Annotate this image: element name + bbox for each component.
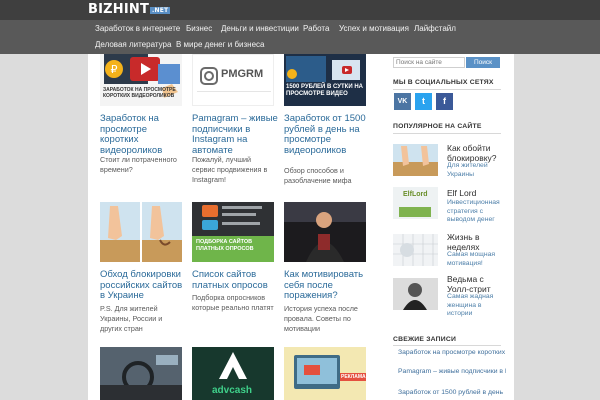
article-thumbnail[interactable]: РЕКЛАМА bbox=[284, 347, 366, 400]
article-description: История успеха после провала. Советы по … bbox=[284, 304, 358, 333]
motivation-illustration bbox=[284, 202, 366, 262]
popular-item-title[interactable]: Жизнь в неделях bbox=[447, 232, 507, 252]
article-description: Подборка опросников которые реально плат… bbox=[192, 293, 274, 312]
popular-thumbnail[interactable] bbox=[393, 144, 438, 176]
nav-item-money-investments[interactable]: Деньги и инвестиции bbox=[221, 24, 299, 33]
car-interior-illustration bbox=[100, 347, 182, 400]
recent-post-link[interactable]: Pamagram – живые подписчики в Instagram … bbox=[398, 368, 506, 377]
svg-text:₽: ₽ bbox=[111, 63, 118, 76]
recent-post-link[interactable]: Заработок от 1500 рублей в день bbox=[398, 389, 506, 398]
facebook-icon[interactable]: f bbox=[436, 93, 453, 110]
popular-item-title[interactable]: Ведьма с Уолл-стрит bbox=[447, 274, 507, 294]
nav-item-business-literature[interactable]: Деловая литература bbox=[95, 40, 171, 49]
popular-thumbnail[interactable] bbox=[393, 234, 438, 266]
sidebar: Поиск на сайте Поиск МЫ В СОЦИАЛЬНЫХ СЕТ… bbox=[390, 54, 514, 400]
pamagram-illustration bbox=[193, 55, 273, 105]
nav-item-world-money-business[interactable]: В мире денег и бизнеса bbox=[176, 40, 265, 49]
article-title[interactable]: Pamagram – живые подписчики в Instagram … bbox=[192, 113, 278, 156]
recent-heading: СВЕЖИЕ ЗАПИСИ bbox=[393, 336, 457, 343]
popular-item-description: Инвестиционная стратегия с выводом денег bbox=[447, 199, 500, 223]
top-bar: BIZHINT .NET bbox=[0, 0, 600, 20]
thumbnail-caption: PMGRM bbox=[221, 68, 264, 80]
twitter-icon[interactable]: t bbox=[415, 93, 432, 110]
recent-post-link[interactable]: Заработок на просмотре коротких видеорол… bbox=[398, 349, 506, 358]
nav-item-success-motivation[interactable]: Успех и мотивация bbox=[339, 24, 409, 33]
vk-icon[interactable]: VK bbox=[394, 93, 411, 110]
nav-item-lifestyle[interactable]: Лайфстайл bbox=[414, 24, 456, 33]
article-description: P.S. Для жителей Украины, России и други… bbox=[100, 304, 163, 333]
article-description: Стоит ли потраченного времени? bbox=[100, 155, 177, 174]
article-description: Обзор способов и разоблачение мифа bbox=[284, 166, 352, 185]
main-navigation: Заработок в интернете Бизнес Деньги и ин… bbox=[0, 20, 600, 54]
article-description: Пожалуй, лучший сервис продвижения в Ins… bbox=[192, 155, 268, 184]
popular-thumbnail[interactable]: ElfLord bbox=[393, 187, 438, 219]
video-1500-illustration bbox=[284, 54, 366, 106]
thumbnail-caption: advcash bbox=[212, 385, 253, 396]
popular-item-title[interactable]: Elf Lord bbox=[447, 188, 507, 198]
popular-heading: ПОПУЛЯРНОЕ НА САЙТЕ bbox=[393, 123, 482, 130]
site-logo[interactable]: BIZHINT .NET bbox=[88, 2, 171, 17]
article-thumbnail[interactable] bbox=[100, 347, 182, 400]
article-thumbnail[interactable] bbox=[100, 202, 182, 262]
article-thumbnail[interactable]: advcash bbox=[192, 347, 274, 400]
article-title[interactable]: Список сайтов платных опросов bbox=[192, 269, 278, 291]
article-thumbnail[interactable]: ₽ ЗАРАБОТОК НА ПРОСМОТРЕ КОРОТКИХ ВИДЕОР… bbox=[100, 54, 182, 106]
article-title[interactable]: Обход блокировки российских сайтов в Укр… bbox=[100, 269, 186, 302]
thumbnail-caption: ПОДБОРКА САЙТОВ ПЛАТНЫХ ОПРОСОВ bbox=[196, 239, 254, 252]
popular-item-description: Самая мощная мотивация! bbox=[447, 251, 496, 267]
article-thumbnail[interactable]: ПОДБОРКА САЙТОВ ПЛАТНЫХ ОПРОСОВ bbox=[192, 202, 274, 262]
paid-surveys-illustration bbox=[192, 202, 274, 262]
divider bbox=[393, 89, 501, 90]
divider bbox=[393, 133, 501, 134]
divider bbox=[393, 345, 501, 346]
blocked-sites-illustration bbox=[100, 202, 182, 262]
thumbnail-caption: РЕКЛАМА bbox=[340, 373, 366, 381]
nav-item-business[interactable]: Бизнес bbox=[186, 24, 212, 33]
article-title[interactable]: Заработок от 1500 рублей в день на просм… bbox=[284, 113, 370, 156]
thumbnail-caption: ЗАРАБОТОК НА ПРОСМОТРЕ КОРОТКИХ ВИДЕОРОЛ… bbox=[103, 87, 176, 99]
nav-item-work[interactable]: Работа bbox=[303, 24, 329, 33]
search-input[interactable]: Поиск на сайте bbox=[393, 57, 465, 68]
social-heading: МЫ В СОЦИАЛЬНЫХ СЕТЯХ bbox=[393, 79, 494, 86]
article-thumbnail[interactable]: 1500 РУБЛЕЙ В СУТКИ НА ПРОСМОТРЕ ВИДЕО bbox=[284, 54, 366, 106]
article-thumbnail[interactable]: PMGRM bbox=[192, 54, 274, 106]
popular-thumbnail[interactable] bbox=[393, 278, 438, 310]
search-button[interactable]: Поиск bbox=[466, 57, 500, 68]
article-thumbnail[interactable] bbox=[284, 202, 366, 262]
popular-item-description: Для жителей Украины bbox=[447, 162, 488, 178]
article-title[interactable]: Заработок на просмотре коротких видеорол… bbox=[100, 113, 186, 156]
thumbnail-caption: ElfLord bbox=[403, 191, 428, 198]
popular-item-description: Самая жадная женщина в истории bbox=[447, 293, 494, 317]
nav-item-internet-earnings[interactable]: Заработок в интернете bbox=[95, 24, 180, 33]
article-title[interactable]: Как мотивировать себя после поражения? bbox=[284, 269, 370, 302]
popular-item-title[interactable]: Как обойти блокировку? bbox=[447, 143, 507, 163]
thumbnail-caption: 1500 РУБЛЕЙ В СУТКИ НА ПРОСМОТРЕ ВИДЕО bbox=[286, 84, 363, 97]
